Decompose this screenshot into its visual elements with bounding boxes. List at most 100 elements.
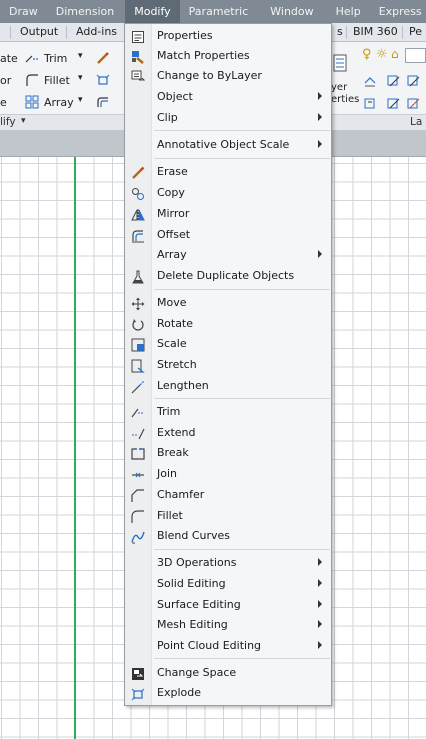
chevron-down-icon[interactable]: ▾ (78, 95, 83, 105)
trim-icon[interactable] (25, 52, 39, 66)
trim-icon (130, 405, 146, 420)
tab-add-ins[interactable]: Add-ins (76, 25, 117, 38)
menu-item-label: Clip (157, 111, 178, 124)
menu-item-mesh-editing[interactable]: Mesh Editing (125, 615, 331, 635)
array-icon[interactable] (25, 95, 39, 109)
bulb-icon[interactable]: ♀ (362, 47, 372, 62)
ribbon-fragment-1[interactable]: ate (0, 52, 18, 65)
menu-item-label: Delete Duplicate Objects (157, 269, 295, 282)
menu-item-clip[interactable]: Clip (125, 108, 331, 128)
blend-curves-icon (130, 529, 146, 544)
menu-item-label: Match Properties (157, 49, 250, 62)
tab-partial[interactable]: s (337, 25, 343, 38)
menu-item-mirror[interactable]: Mirror (125, 204, 331, 224)
tab-separator (402, 26, 403, 39)
tab-separator (346, 26, 347, 39)
menu-draw[interactable]: Draw (0, 0, 47, 23)
menu-item-trim[interactable]: Trim (125, 402, 331, 422)
menu-item-extend[interactable]: Extend (125, 423, 331, 443)
fillet-icon[interactable] (25, 73, 39, 87)
layers-panel-label[interactable]: La (410, 116, 422, 128)
menu-parametric[interactable]: Parametric (180, 0, 258, 23)
tab-bim360[interactable]: BIM 360 (353, 25, 398, 38)
menu-item-label: Erase (157, 165, 188, 178)
lock-icon[interactable]: ⌂ (391, 47, 399, 61)
properties-icon (130, 29, 146, 44)
sun-icon[interactable]: ☼ (376, 47, 388, 62)
mirror-icon (130, 207, 146, 222)
ribbon-fragment-3[interactable]: e (0, 96, 7, 109)
menu-item-change-to-bylayer[interactable]: Change to ByLayer (125, 66, 331, 86)
menu-item-rotate[interactable]: Rotate (125, 314, 331, 334)
layer-dropdown[interactable] (405, 48, 426, 63)
menu-item-change-space[interactable]: Change Space (125, 663, 331, 683)
menu-item-label: Explode (157, 686, 201, 699)
ribbon-fragment-2[interactable]: or (0, 74, 11, 87)
tab-output[interactable]: Output (20, 25, 58, 38)
tab-separator (66, 26, 67, 39)
rotate-icon (130, 317, 146, 332)
menu-item-copy[interactable]: Copy (125, 183, 331, 203)
menu-item-solid-editing[interactable]: Solid Editing (125, 574, 331, 594)
menu-item-break[interactable]: Break (125, 443, 331, 463)
offset-icon[interactable] (96, 95, 110, 109)
menu-item-object[interactable]: Object (125, 87, 331, 107)
match-properties-icon (130, 49, 146, 64)
menu-item-chamfer[interactable]: Chamfer (125, 485, 331, 505)
menu-item-annotative-object-scale[interactable]: Annotative Object Scale (125, 135, 331, 155)
tab-partial-pe[interactable]: Pe (409, 25, 422, 38)
menu-item-label: Object (157, 90, 193, 103)
layer-match-icon[interactable] (363, 74, 377, 88)
layer-tool-icon[interactable] (406, 74, 420, 88)
menu-modify[interactable]: Modify (125, 0, 180, 23)
menu-item-label: Annotative Object Scale (157, 138, 290, 151)
menu-item-erase[interactable]: Erase (125, 162, 331, 182)
layer-tool-icon[interactable] (406, 96, 420, 110)
menu-separator (154, 658, 330, 659)
array-button-label[interactable]: Array (44, 96, 74, 109)
submenu-arrow-icon (318, 641, 322, 649)
menu-item-move[interactable]: Move (125, 293, 331, 313)
layer-properties-label-1[interactable]: yer (331, 82, 347, 93)
menu-item-label: Surface Editing (157, 598, 241, 611)
menu-item-label: Point Cloud Editing (157, 639, 262, 652)
submenu-arrow-icon (318, 558, 322, 566)
layer-properties-icon[interactable] (333, 54, 347, 74)
chevron-down-icon[interactable]: ▾ (78, 51, 83, 61)
menu-window[interactable]: Window (261, 0, 322, 23)
menu-item-explode[interactable]: Explode (125, 683, 331, 703)
menu-item-blend-curves[interactable]: Blend Curves (125, 526, 331, 546)
menu-item-label: Mesh Editing (157, 618, 228, 631)
menu-dimension[interactable]: Dimension (47, 0, 123, 23)
menu-item-match-properties[interactable]: Match Properties (125, 46, 331, 66)
layer-tool-icon[interactable] (386, 96, 400, 110)
trim-button-label[interactable]: Trim (44, 52, 67, 65)
menu-express[interactable]: Express (370, 0, 426, 23)
menu-item-surface-editing[interactable]: Surface Editing (125, 595, 331, 615)
menu-item-lengthen[interactable]: Lengthen (125, 376, 331, 396)
extend-icon (130, 426, 146, 441)
layer-tool-icon[interactable] (386, 74, 400, 88)
menu-separator (154, 398, 330, 399)
menu-item-join[interactable]: Join (125, 464, 331, 484)
menu-item-scale[interactable]: Scale (125, 334, 331, 354)
chevron-down-icon[interactable]: ▾ (78, 73, 83, 83)
modify-panel-label[interactable]: lify (0, 116, 16, 128)
menu-item-point-cloud-editing[interactable]: Point Cloud Editing (125, 636, 331, 656)
menu-help[interactable]: Help (327, 0, 370, 23)
menu-item-properties[interactable]: Properties (125, 26, 331, 46)
menu-item-array[interactable]: Array (125, 245, 331, 265)
menu-item-fillet[interactable]: Fillet (125, 506, 331, 526)
menu-item-delete-duplicate-objects[interactable]: Delete Duplicate Objects (125, 266, 331, 286)
fillet-button-label[interactable]: Fillet (44, 74, 70, 87)
explode-icon[interactable] (96, 73, 110, 87)
layer-tool-icon[interactable] (363, 96, 377, 110)
chevron-down-icon[interactable]: ▾ (21, 116, 26, 126)
menu-bar: Draw Dimension Modify Parametric Window … (0, 0, 426, 23)
layer-properties-label-2[interactable]: erties (331, 94, 359, 105)
menu-item-label: Fillet (157, 509, 183, 522)
eraser-icon[interactable] (96, 51, 110, 65)
menu-item-stretch[interactable]: Stretch (125, 355, 331, 375)
menu-item-offset[interactable]: Offset (125, 225, 331, 245)
menu-item-3d-operations[interactable]: 3D Operations (125, 553, 331, 573)
